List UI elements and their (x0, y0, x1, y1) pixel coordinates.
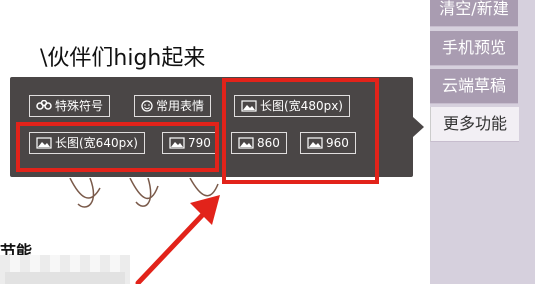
annotation-box-long-image-480 (222, 78, 379, 184)
annotation-arrow (135, 195, 220, 284)
special-symbols-label: 特殊符号 (55, 99, 104, 113)
side-menu: 清空/新建 手机预览 云端草稿 更多功能 (430, 0, 535, 284)
common-emoji-button[interactable]: 常用表情 (134, 95, 212, 117)
blurred-content-line (5, 272, 125, 284)
article-title: \伙伴们high起来 (40, 46, 206, 71)
smiley-icon (141, 100, 153, 112)
screenshot-canvas: \伙伴们high起来 节能 清空/新建 手机预览 云端草稿 更多功能 特殊符号 (0, 0, 535, 284)
link-icon (36, 100, 52, 110)
popup-pointer (413, 117, 424, 137)
side-menu-clear-new[interactable]: 清空/新建 (430, 0, 518, 27)
special-symbols-button[interactable]: 特殊符号 (29, 95, 111, 117)
side-menu-cloud-drafts[interactable]: 云端草稿 (430, 69, 518, 104)
side-menu-more-functions[interactable]: 更多功能 (430, 107, 519, 142)
annotation-box-long-image-640 (16, 122, 219, 172)
common-emoji-label: 常用表情 (156, 99, 205, 113)
side-menu-mobile-preview[interactable]: 手机预览 (430, 31, 518, 66)
